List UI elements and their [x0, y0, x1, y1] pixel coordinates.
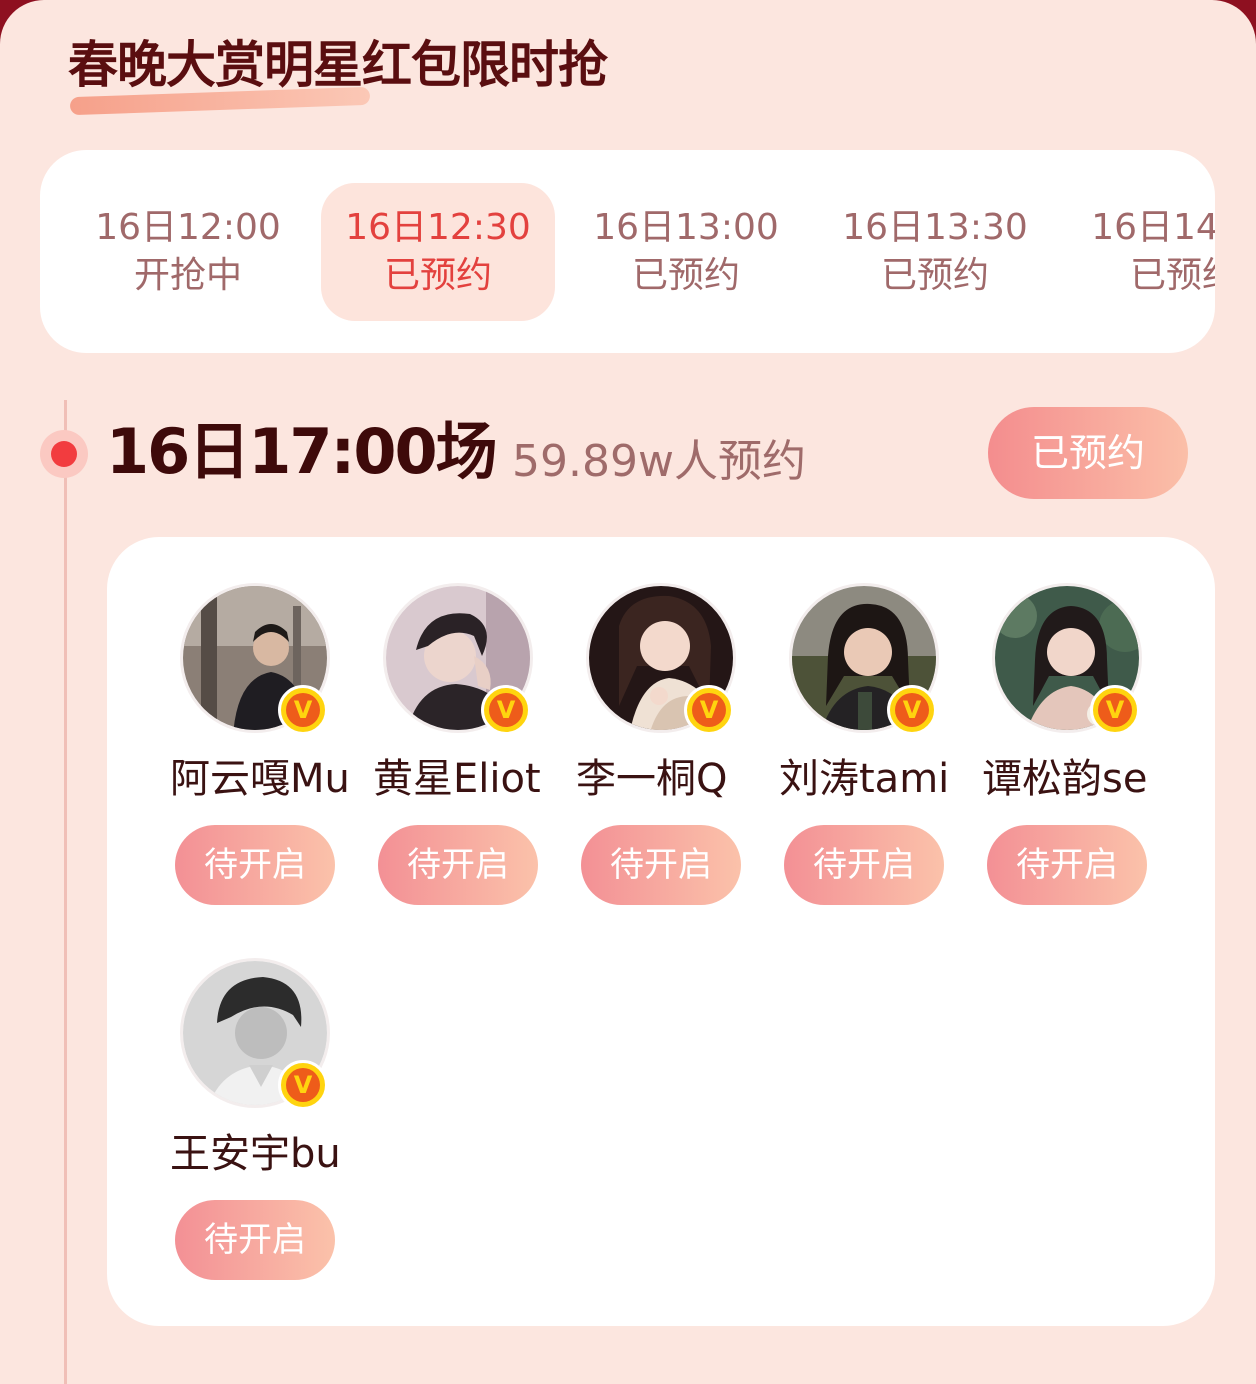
tab-session-5[interactable]: 16日14:00 已预约 — [1067, 183, 1215, 321]
verified-badge-icon: V — [887, 685, 937, 735]
star-item: V 王安宇bu 待开启 — [170, 912, 360, 1280]
star-name: 黄星Eliot — [373, 756, 541, 802]
pending-button[interactable]: 待开启 — [987, 825, 1147, 905]
verified-badge-icon: V — [278, 685, 328, 735]
star-item: V 刘涛tami 待开启 — [779, 537, 969, 905]
reserved-button[interactable]: 已预约 — [988, 407, 1188, 499]
tab-time: 16日13:30 — [842, 207, 1028, 248]
activity-panel: 春晚大赏明星红包限时抢 16日12:00 开抢中 16日12:30 已预约 16… — [0, 0, 1256, 1384]
tab-status: 已预约 — [631, 255, 740, 296]
timeline-line — [64, 400, 67, 1384]
tab-time: 16日12:00 — [95, 207, 281, 248]
tab-status: 开抢中 — [133, 255, 242, 296]
verified-badge-icon: V — [481, 685, 531, 735]
tab-session-2[interactable]: 16日12:30 已预约 — [321, 183, 555, 321]
session-reservation-count: 59.89w人预约 — [512, 436, 806, 487]
star-name: 谭松韵se — [982, 756, 1148, 802]
tab-status: 已预约 — [1129, 255, 1215, 296]
star-name: 刘涛tami — [779, 756, 950, 802]
tab-time: 16日13:00 — [593, 207, 779, 248]
session-tabs: 16日12:00 开抢中 16日12:30 已预约 16日13:00 已预约 1… — [40, 150, 1215, 353]
pending-button[interactable]: 待开启 — [175, 1200, 335, 1280]
pending-button[interactable]: 待开启 — [175, 825, 335, 905]
star-item: V 阿云嘎Mu 待开启 — [170, 537, 360, 905]
star-name: 王安宇bu — [170, 1131, 341, 1177]
star-card: V 阿云嘎Mu 待开启 V 黄星Eliot 待开启 V 李一桐Q 待开启 V 刘… — [107, 537, 1215, 1326]
session-time: 16日17:00场 — [106, 415, 498, 488]
star-item: V 谭松韵se 待开启 — [982, 537, 1172, 905]
star-item: V 黄星Eliot 待开启 — [373, 537, 563, 905]
tab-time: 16日12:30 — [345, 207, 531, 248]
pending-button[interactable]: 待开启 — [378, 825, 538, 905]
pending-button[interactable]: 待开启 — [581, 825, 741, 905]
tab-time: 16日14:00 — [1091, 207, 1215, 248]
star-name: 阿云嘎Mu — [170, 756, 350, 802]
timeline-dot-center — [51, 441, 77, 467]
tab-session-3[interactable]: 16日13:00 已预约 — [569, 183, 803, 321]
star-item: V 李一桐Q 待开启 — [576, 537, 766, 905]
section-title-wrap: 春晚大赏明星红包限时抢 — [68, 30, 608, 116]
tab-status: 已预约 — [880, 255, 989, 296]
pending-button[interactable]: 待开启 — [784, 825, 944, 905]
verified-badge-icon: V — [278, 1060, 328, 1110]
tab-session-4[interactable]: 16日13:30 已预约 — [818, 183, 1052, 321]
tab-status: 已预约 — [383, 255, 492, 296]
verified-badge-icon: V — [684, 685, 734, 735]
tab-session-1[interactable]: 16日12:00 开抢中 — [71, 183, 305, 321]
verified-badge-icon: V — [1090, 685, 1140, 735]
star-name: 李一桐Q — [576, 756, 728, 802]
section-title: 春晚大赏明星红包限时抢 — [68, 36, 608, 94]
